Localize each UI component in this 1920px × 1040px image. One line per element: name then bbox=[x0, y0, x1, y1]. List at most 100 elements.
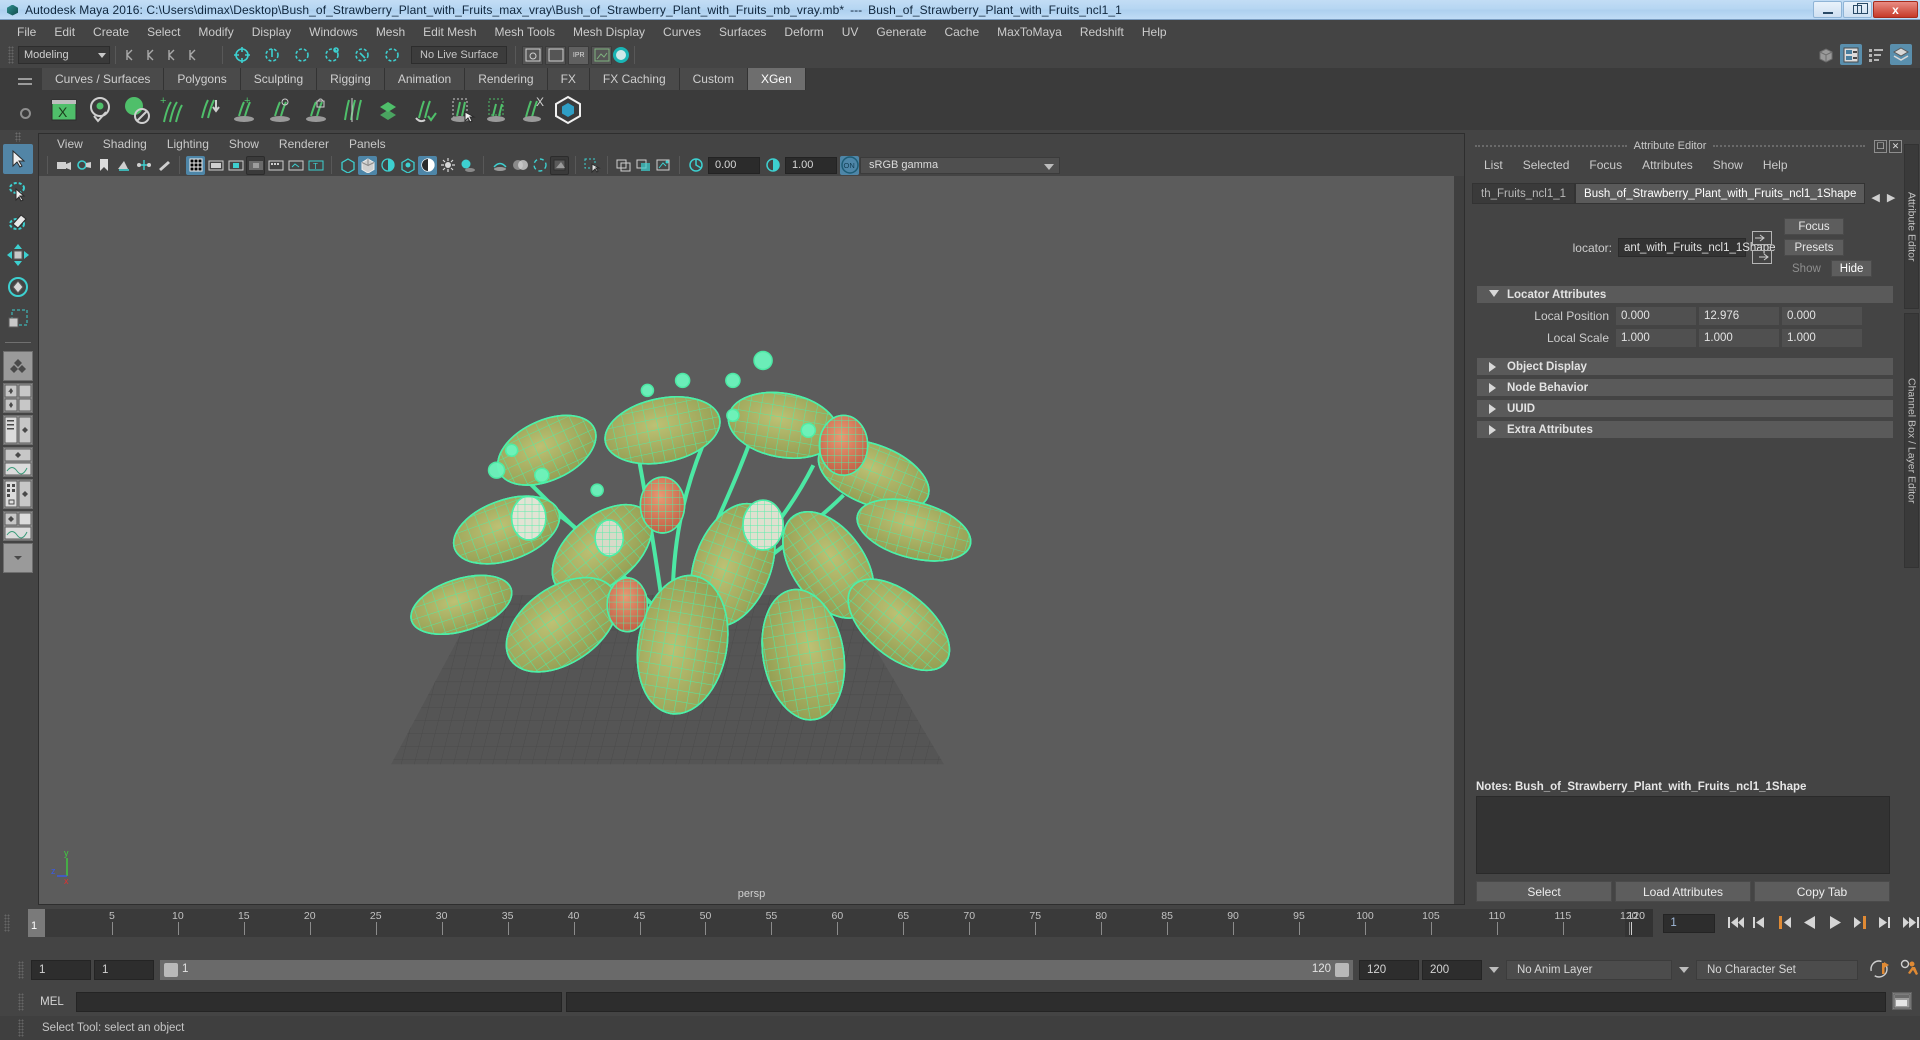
exposure-reset-icon[interactable] bbox=[654, 156, 673, 175]
step-forward-key-button[interactable] bbox=[1877, 915, 1895, 931]
show-button[interactable]: Show bbox=[1784, 260, 1829, 277]
time-slider[interactable]: 1 120 5 10 15 20 25 30 35 40 45 50 55 60 65 70 75 80 85 9… bbox=[27, 909, 1654, 937]
viewport-menu-lighting[interactable]: Lighting bbox=[157, 136, 219, 152]
current-time-indicator[interactable]: 1 bbox=[27, 909, 45, 937]
camera-attributes-icon[interactable] bbox=[74, 156, 93, 175]
section-locator-attributes[interactable]: Locator Attributes bbox=[1477, 286, 1893, 303]
character-set-dropdown-arrow[interactable] bbox=[1675, 960, 1693, 980]
section-node-behavior[interactable]: Node Behavior bbox=[1477, 379, 1893, 396]
menu-item-edit[interactable]: Edit bbox=[45, 23, 84, 41]
isolate-select-icon[interactable] bbox=[582, 156, 601, 175]
toolbox-grip[interactable] bbox=[15, 132, 21, 142]
xgen-sculpt-guide-icon[interactable] bbox=[408, 94, 440, 126]
tab-next-icon[interactable]: ▶ bbox=[1887, 191, 1895, 204]
script-editor-icon[interactable] bbox=[1892, 992, 1912, 1010]
model-toolkit-button[interactable] bbox=[1815, 44, 1837, 65]
grease-pencil-icon[interactable] bbox=[154, 156, 173, 175]
xgen-import-icon[interactable] bbox=[192, 94, 224, 126]
layout-single-perspective-button[interactable] bbox=[3, 351, 33, 381]
shelf-tab-custom[interactable]: Custom bbox=[679, 68, 748, 90]
menu-item-cache[interactable]: Cache bbox=[935, 23, 988, 41]
animation-end-time-field[interactable]: 200 bbox=[1422, 960, 1482, 980]
gear-icon[interactable] bbox=[20, 108, 31, 119]
xray-joints-icon[interactable] bbox=[614, 156, 633, 175]
more-layouts-button[interactable] bbox=[3, 543, 33, 573]
hide-button[interactable]: Hide bbox=[1830, 260, 1873, 277]
render-current-frame-button[interactable] bbox=[522, 45, 544, 65]
viewport-menu-view[interactable]: View bbox=[47, 136, 93, 152]
menu-item-mesh-tools[interactable]: Mesh Tools bbox=[486, 23, 564, 41]
attribute-editor-button[interactable] bbox=[1840, 44, 1862, 65]
menu-item-edit-mesh[interactable]: Edit Mesh bbox=[414, 23, 485, 41]
output-connection-icon[interactable] bbox=[1752, 250, 1772, 264]
xgen-clear-guide-icon[interactable] bbox=[336, 94, 368, 126]
ae-menu-show[interactable]: Show bbox=[1703, 156, 1753, 174]
menu-item-windows[interactable]: Windows bbox=[300, 23, 367, 41]
auto-key-button[interactable] bbox=[1869, 959, 1891, 982]
hardware-texturing-icon[interactable] bbox=[398, 156, 417, 175]
viewport-3d-canvas[interactable]: y z x persp bbox=[39, 176, 1464, 904]
layer-editor-button[interactable] bbox=[1890, 44, 1912, 65]
xgen-no-sphere-icon[interactable] bbox=[120, 94, 152, 126]
shelf-tab-sculpting[interactable]: Sculpting bbox=[240, 68, 318, 90]
command-input[interactable] bbox=[76, 992, 562, 1012]
range-slider-bar[interactable]: 1 120 bbox=[160, 960, 1353, 980]
viewport-menu-shading[interactable]: Shading bbox=[93, 136, 157, 152]
menu-item-modify[interactable]: Modify bbox=[189, 23, 242, 41]
selection-mask-group[interactable] bbox=[121, 45, 217, 65]
motion-blur-icon[interactable] bbox=[490, 156, 509, 175]
live-surface-field[interactable]: No Live Surface bbox=[411, 46, 508, 64]
step-back-key-button[interactable] bbox=[1752, 915, 1770, 931]
local-position-y[interactable]: 12.976 bbox=[1699, 307, 1779, 325]
layout-hypershade-persp-button[interactable] bbox=[3, 479, 33, 509]
xgen-delete-guide-icon[interactable]: X bbox=[516, 94, 548, 126]
restore-button[interactable] bbox=[1843, 1, 1872, 18]
menu-item-select[interactable]: Select bbox=[138, 23, 189, 41]
render-settings-button[interactable] bbox=[591, 45, 613, 65]
shaded-wireframe-icon[interactable] bbox=[378, 156, 397, 175]
redo-render-button[interactable] bbox=[545, 45, 567, 65]
copy-tab-button[interactable]: Copy Tab bbox=[1754, 881, 1890, 902]
local-scale-x[interactable]: 1.000 bbox=[1616, 329, 1696, 347]
layout-outliner-persp-button[interactable] bbox=[3, 415, 33, 445]
lasso-select-tool-button[interactable] bbox=[3, 176, 33, 206]
use-all-lights-icon[interactable] bbox=[438, 156, 457, 175]
scale-tool-button[interactable] bbox=[3, 304, 33, 334]
side-tab-channel-box[interactable]: Channel Box / Layer Editor bbox=[1904, 313, 1919, 568]
go-to-end-button[interactable] bbox=[1902, 915, 1920, 931]
select-camera-icon[interactable] bbox=[54, 156, 73, 175]
xgen-add-guide-icon[interactable]: + bbox=[228, 94, 260, 126]
screen-space-ao-icon[interactable] bbox=[550, 155, 569, 175]
resolution-gate-icon[interactable] bbox=[226, 156, 245, 175]
ae-menu-attributes[interactable]: Attributes bbox=[1632, 156, 1703, 174]
current-frame-input[interactable]: 1 bbox=[1663, 913, 1715, 933]
select-tool-button[interactable] bbox=[3, 144, 33, 174]
section-uuid[interactable]: UUID bbox=[1477, 400, 1893, 417]
xray-active-components-icon[interactable] bbox=[634, 156, 653, 175]
menu-item-curves[interactable]: Curves bbox=[654, 23, 710, 41]
ae-menu-help[interactable]: Help bbox=[1753, 156, 1798, 174]
menu-item-redshift[interactable]: Redshift bbox=[1071, 23, 1133, 41]
animation-start-time-field[interactable]: 1 bbox=[31, 960, 91, 980]
local-position-x[interactable]: 0.000 bbox=[1616, 307, 1696, 325]
twopoint-resolution-icon[interactable] bbox=[134, 156, 153, 175]
color-management-dropdown[interactable]: sRGB gamma bbox=[860, 156, 1060, 174]
presets-button[interactable]: Presets bbox=[1784, 239, 1844, 256]
ae-menu-selected[interactable]: Selected bbox=[1513, 156, 1580, 174]
rotate-tool-button[interactable] bbox=[3, 272, 33, 302]
menu-item-deform[interactable]: Deform bbox=[775, 23, 832, 41]
timeline-grip[interactable] bbox=[4, 914, 10, 932]
menu-item-uv[interactable]: UV bbox=[833, 23, 868, 41]
viewport-menu-panels[interactable]: Panels bbox=[339, 136, 396, 152]
focus-button[interactable]: Focus bbox=[1784, 218, 1844, 235]
layout-persp-graph-button[interactable] bbox=[3, 447, 33, 477]
select-button[interactable]: Select bbox=[1476, 881, 1612, 902]
ae-tab-1[interactable]: Bush_of_Strawberry_Plant_with_Fruits_ncl… bbox=[1575, 183, 1866, 204]
xgen-bifrost-icon[interactable] bbox=[552, 94, 584, 126]
step-back-frame-button[interactable] bbox=[1777, 915, 1795, 931]
anim-layer-dropdown-arrow[interactable] bbox=[1485, 960, 1503, 980]
section-object-display[interactable]: Object Display bbox=[1477, 358, 1893, 375]
local-position-z[interactable]: 0.000 bbox=[1782, 307, 1862, 325]
shadows-icon[interactable] bbox=[458, 156, 477, 175]
tab-scroll-arrows[interactable]: ◀ ▶ bbox=[1871, 191, 1895, 204]
